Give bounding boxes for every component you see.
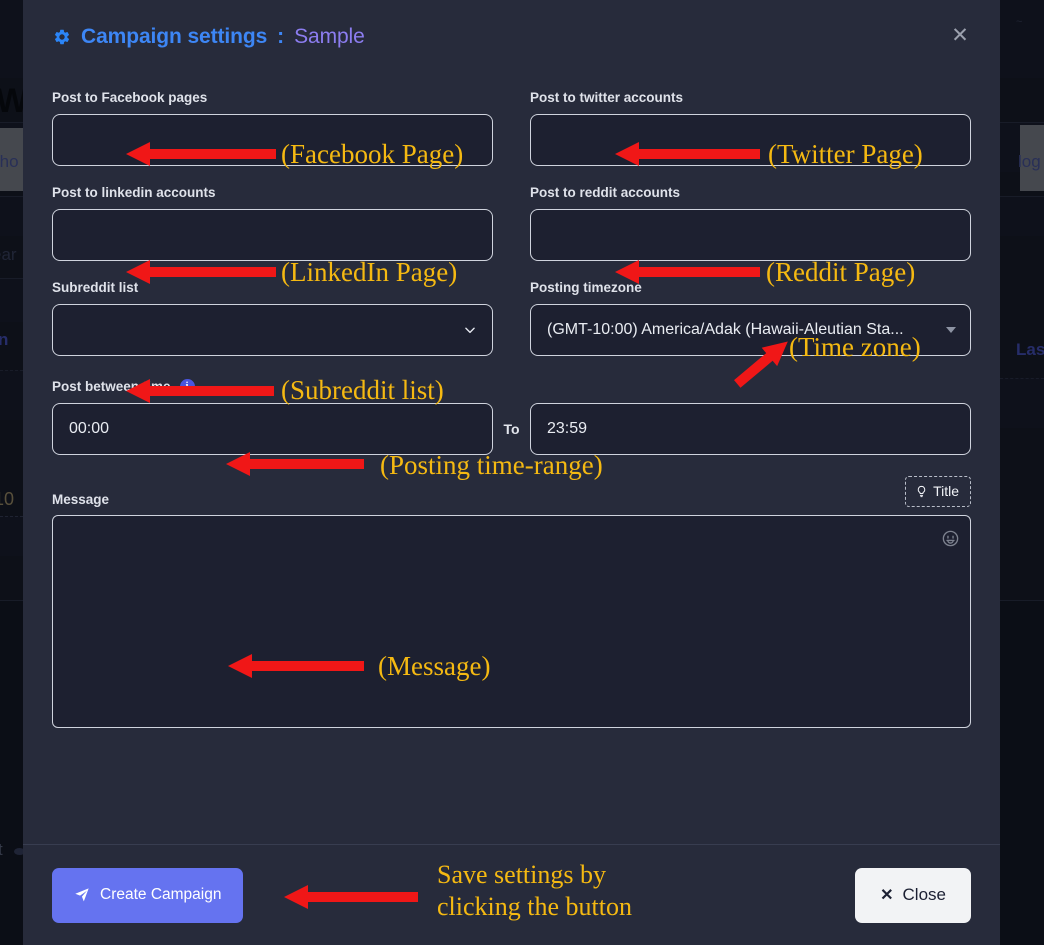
campaign-settings-modal: Campaign settings : Sample ✕ Post to Fac…	[23, 0, 1000, 945]
campaign-name: Sample	[294, 25, 365, 48]
create-campaign-label: Create Campaign	[100, 886, 222, 903]
post-between-time-group: Post between time i 00:00 To 23:59	[52, 379, 971, 455]
subreddit-field-group: Subreddit list	[52, 280, 493, 356]
reddit-field-group: Post to reddit accounts	[530, 185, 971, 261]
subreddit-list-select[interactable]	[52, 304, 493, 356]
posting-timezone-select[interactable]: (GMT-10:00) America/Adak (Hawaii-Aleutia…	[530, 304, 971, 356]
facebook-field-group: Post to Facebook pages	[52, 90, 493, 166]
create-campaign-button[interactable]: Create Campaign	[52, 867, 244, 923]
emoji-icon[interactable]	[941, 529, 960, 548]
close-button[interactable]: ✕ Close	[855, 867, 971, 923]
modal-header: Campaign settings : Sample ✕	[23, 0, 1000, 74]
time-to-value: 23:59	[547, 420, 588, 437]
timezone-field-group: Posting timezone (GMT-10:00) America/Ada…	[530, 280, 971, 356]
time-range-separator: To	[503, 421, 520, 437]
post-between-time-label-text: Post between time	[52, 379, 171, 394]
message-label: Message	[52, 492, 110, 507]
twitter-accounts-input[interactable]	[530, 114, 971, 166]
paper-plane-icon	[74, 887, 90, 903]
modal-body: Post to Facebook pages Post to twitter a…	[23, 74, 1000, 844]
x-icon: ✕	[880, 887, 894, 904]
close-icon[interactable]: ✕	[948, 24, 972, 48]
page-title: Campaign settings : Sample	[53, 25, 365, 49]
reddit-accounts-input[interactable]	[530, 209, 971, 261]
facebook-pages-input[interactable]	[52, 114, 493, 166]
info-icon[interactable]: i	[179, 379, 195, 394]
caret-down-icon	[946, 327, 956, 333]
time-from-input[interactable]: 00:00	[52, 403, 493, 455]
subreddit-label: Subreddit list	[52, 280, 139, 295]
linkedin-accounts-input[interactable]	[52, 209, 493, 261]
time-to-input[interactable]: 23:59	[530, 403, 971, 455]
linkedin-label: Post to linkedin accounts	[52, 185, 216, 200]
title-button-label: Title	[933, 483, 959, 499]
chevron-down-icon	[463, 323, 477, 337]
message-group: Message Title	[52, 476, 971, 728]
close-button-label: Close	[902, 885, 946, 904]
twitter-label: Post to twitter accounts	[530, 90, 684, 105]
post-between-time-label: Post between time i	[52, 379, 971, 394]
title-button[interactable]: Title	[905, 476, 971, 507]
modal-footer: Create Campaign ✕ Close	[23, 844, 1000, 945]
message-textarea[interactable]	[52, 515, 971, 728]
time-from-value: 00:00	[69, 420, 110, 437]
facebook-label: Post to Facebook pages	[52, 90, 208, 105]
posting-timezone-value: (GMT-10:00) America/Adak (Hawaii-Aleutia…	[547, 321, 904, 338]
gear-icon	[53, 28, 71, 46]
linkedin-field-group: Post to linkedin accounts	[52, 185, 493, 261]
timezone-label: Posting timezone	[530, 280, 642, 295]
page-title-text: Campaign settings	[81, 25, 268, 48]
lightbulb-icon	[915, 484, 928, 499]
twitter-field-group: Post to twitter accounts	[530, 90, 971, 166]
title-separator: :	[277, 25, 285, 48]
reddit-label: Post to reddit accounts	[530, 185, 681, 200]
